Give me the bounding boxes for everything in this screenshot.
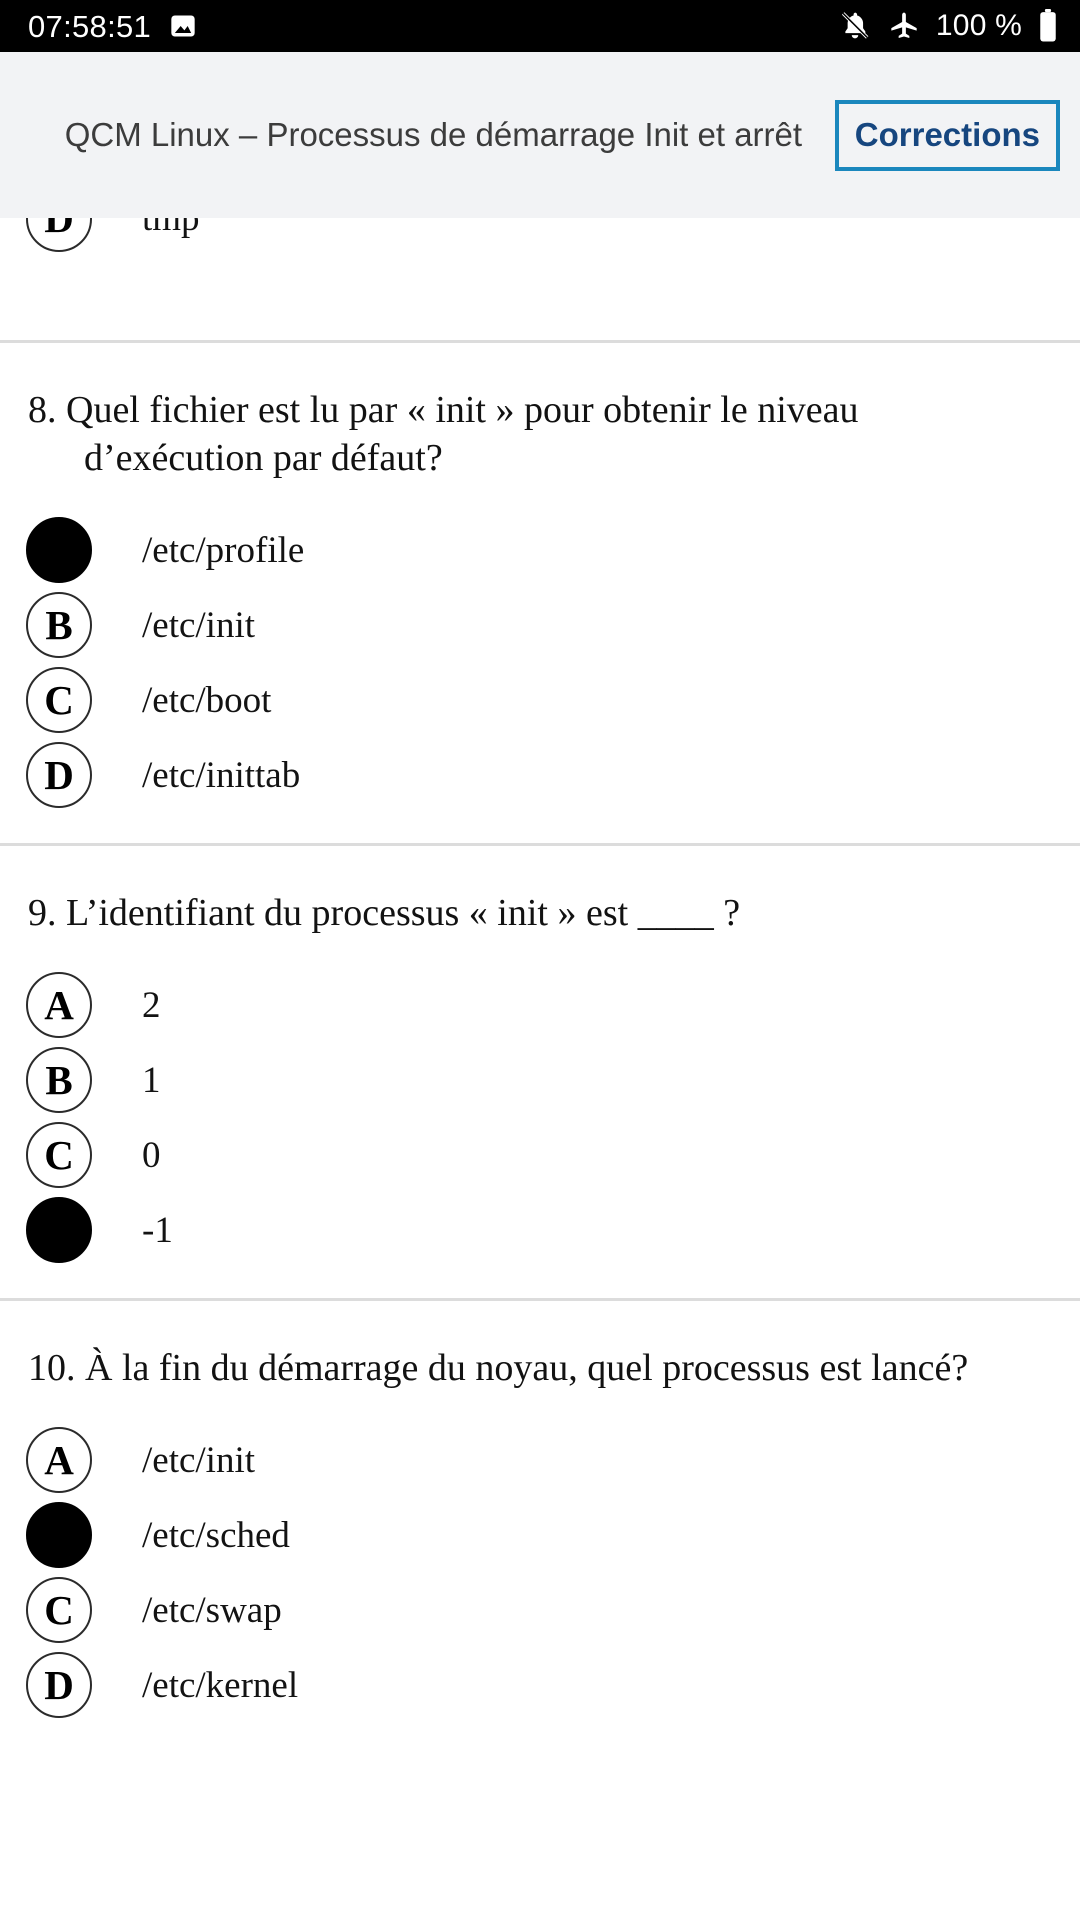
option-label-c: /etc/swap xyxy=(142,1589,282,1631)
option-row-d[interactable]: D /etc/inittab xyxy=(0,738,1080,813)
corrections-button[interactable]: Corrections xyxy=(834,99,1060,171)
option-marker-d[interactable]: D xyxy=(26,218,92,252)
option-row-a[interactable]: A 2 xyxy=(0,968,1080,1043)
option-row[interactable]: D tmp xyxy=(0,218,1080,256)
question-text-container: 9. L’identifiant du processus « init » e… xyxy=(0,846,1080,938)
bell-slash-icon xyxy=(838,9,872,43)
question-text-container: 8. Quel fichier est lu par « init » pour… xyxy=(0,343,1080,483)
option-marker-a[interactable]: A xyxy=(26,517,92,584)
option-list: A /etc/profile B /etc/init C /etc/boot D… xyxy=(0,483,1080,843)
question-block-9: 9. L’identifiant du processus « init » e… xyxy=(0,845,1080,1298)
option-label-b: /etc/init xyxy=(142,604,256,646)
option-label-a: /etc/init xyxy=(142,1439,256,1481)
airplane-mode-icon xyxy=(888,10,920,42)
option-label-a: 2 xyxy=(142,984,161,1026)
question-text-container: 10. À la fin du démarrage du noyau, quel… xyxy=(0,1301,1080,1393)
option-marker-d[interactable]: D xyxy=(26,1197,92,1264)
option-marker-a[interactable]: A xyxy=(26,972,92,1039)
option-row-b[interactable]: B 1 xyxy=(0,1043,1080,1118)
status-bar-left: 07:58:51 xyxy=(28,11,197,42)
option-label-a: /etc/profile xyxy=(142,529,305,571)
option-row-c[interactable]: C /etc/boot xyxy=(0,663,1080,738)
question-prompt: L’identifiant du processus « init » est … xyxy=(66,891,741,934)
status-bar-right: 100 % xyxy=(838,9,1058,43)
option-label-c: /etc/boot xyxy=(142,679,272,721)
question-number: 9. xyxy=(28,891,57,934)
option-row-b[interactable]: B /etc/init xyxy=(0,588,1080,663)
question-number: 10. xyxy=(28,1346,76,1389)
option-marker-b[interactable]: B xyxy=(26,1502,92,1568)
app-header: QCM Linux – Processus de démarrage Init … xyxy=(0,52,1080,218)
question-block-10: 10. À la fin du démarrage du noyau, quel… xyxy=(0,1300,1080,1753)
option-row-d[interactable]: D -1 xyxy=(0,1193,1080,1268)
image-icon xyxy=(169,12,197,40)
option-row-d[interactable]: D /etc/kernel xyxy=(0,1648,1080,1723)
option-row-b[interactable]: B /etc/sched xyxy=(0,1498,1080,1573)
status-clock: 07:58:51 xyxy=(28,8,152,44)
partial-block-spacer xyxy=(0,290,1080,340)
option-marker-b[interactable]: B xyxy=(26,1047,92,1114)
status-bar: 07:58:51 100 % xyxy=(0,0,1080,52)
question-prompt: À la fin du démarrage du noyau, quel pro… xyxy=(85,1346,969,1389)
option-list: A /etc/init B /etc/sched C /etc/swap D /… xyxy=(0,1393,1080,1753)
page-title: QCM Linux – Processus de démarrage Init … xyxy=(64,116,803,154)
option-marker-c[interactable]: C xyxy=(26,667,92,734)
option-marker-a[interactable]: A xyxy=(26,1427,92,1493)
option-marker-b[interactable]: B xyxy=(26,592,92,659)
option-marker-c[interactable]: C xyxy=(26,1577,92,1643)
option-row-c[interactable]: C 0 xyxy=(0,1118,1080,1193)
option-label-b: 1 xyxy=(142,1059,161,1101)
option-label-b: /etc/sched xyxy=(142,1514,290,1556)
option-marker-d[interactable]: D xyxy=(26,1652,92,1718)
option-row-a[interactable]: A /etc/init xyxy=(0,1423,1080,1498)
option-label-d: -1 xyxy=(142,1209,173,1251)
question-number: 8. xyxy=(28,389,57,431)
option-label: tmp xyxy=(142,218,200,239)
option-list: A 2 B 1 C 0 D -1 xyxy=(0,938,1080,1298)
battery-full-icon xyxy=(1038,9,1058,43)
question-prompt: Quel fichier est lu par « init » pour ob… xyxy=(66,389,859,479)
battery-percent-label: 100 % xyxy=(935,9,1022,42)
option-label-c: 0 xyxy=(142,1134,161,1176)
question-block-8: 8. Quel fichier est lu par « init » pour… xyxy=(0,343,1080,843)
quiz-content: D tmp 8. Quel fichier est lu par « init … xyxy=(0,218,1080,1753)
option-label-d: /etc/inittab xyxy=(142,754,301,796)
partial-option-row-container: D tmp xyxy=(0,218,1080,290)
option-row-a[interactable]: A /etc/profile xyxy=(0,513,1080,588)
option-marker-d[interactable]: D xyxy=(26,742,92,809)
option-marker-c[interactable]: C xyxy=(26,1122,92,1189)
option-row-c[interactable]: C /etc/swap xyxy=(0,1573,1080,1648)
option-label-d: /etc/kernel xyxy=(142,1664,299,1706)
